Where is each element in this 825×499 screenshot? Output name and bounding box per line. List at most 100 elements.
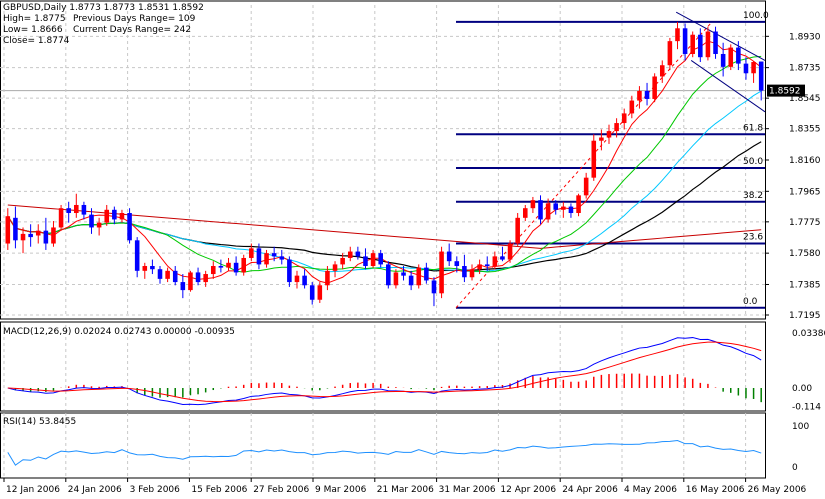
- candle-body: [58, 208, 64, 228]
- candle-body: [629, 100, 635, 114]
- macd-tick-label: 0.00: [792, 384, 812, 394]
- candle-body: [157, 269, 163, 279]
- ma-mid-line: [7, 55, 762, 273]
- candle-body: [583, 177, 589, 196]
- candle-body: [553, 203, 559, 210]
- price-axis: 1.89301.87351.85451.83551.81601.79651.77…: [765, 32, 825, 473]
- candle-body: [43, 230, 49, 244]
- candle-body: [142, 266, 148, 271]
- candle-body: [218, 266, 224, 268]
- candle-body: [203, 274, 208, 283]
- current-price-label: 1.8592: [769, 87, 801, 97]
- candle-body: [743, 63, 749, 74]
- candle-body: [431, 280, 437, 294]
- candle-body: [728, 47, 734, 67]
- candle-body: [325, 270, 330, 286]
- candle-body: [112, 209, 117, 220]
- candle-body: [172, 270, 178, 283]
- macd-label: MACD(12,26,9) 0.02024 0.02743 0.00000 -0…: [3, 327, 235, 337]
- candle-body: [96, 222, 102, 228]
- rsi-panel-frame: [0, 412, 766, 479]
- candle-body: [150, 266, 155, 270]
- x-tick-label: 12 Jan 2006: [6, 485, 60, 495]
- fib-level-label: 23.6: [743, 233, 763, 243]
- candle-body: [378, 253, 383, 265]
- candle-body: [675, 28, 680, 42]
- candle-body: [469, 269, 475, 278]
- x-tick-label: 16 May 2006: [686, 485, 745, 495]
- rsi-tick-label: 100: [792, 422, 809, 432]
- candle-body: [682, 28, 688, 54]
- candle-body: [104, 209, 110, 223]
- candle-body: [226, 262, 231, 268]
- x-tick-label: 4 May 2006: [624, 485, 677, 495]
- candle-body: [180, 282, 186, 291]
- fib-level-label: 100.0: [743, 11, 769, 21]
- candle-body: [500, 256, 505, 260]
- candle-body: [355, 251, 361, 257]
- candle-body: [591, 140, 597, 178]
- y-tick-label: 1.8160: [789, 156, 821, 166]
- chart-svg: 100.0 61.8 50.0 38.2 23.6 0.0 MACD(12,26,9) 0…: [0, 0, 825, 495]
- candle-body: [659, 65, 665, 77]
- forex-chart: 100.0 61.8 50.0 38.2 23.6 0.0 MACD(12,26,9) 0…: [0, 0, 825, 495]
- grid-lines: [0, 5, 765, 478]
- candle-body: [340, 257, 345, 265]
- candle-body: [599, 137, 604, 141]
- candle-body: [462, 266, 467, 278]
- candle-body: [210, 266, 216, 275]
- x-tick-label: 27 Feb 2006: [253, 485, 309, 495]
- candle-body: [644, 90, 650, 99]
- moving-averages: [7, 40, 762, 284]
- fib-level-label: 38.2: [743, 191, 763, 201]
- ma-slow-line: [7, 90, 762, 273]
- time-axis: 12 Jan 2006 24 Jan 2006 3 Feb 2006 15 Feb 2…: [3, 478, 807, 495]
- candle-body: [66, 208, 71, 214]
- candle-body: [690, 34, 695, 54]
- symbol-line: GBPUSD,Daily 1.8773 1.8773 1.8531 1.8592: [3, 3, 204, 13]
- candle-body: [606, 131, 612, 138]
- rsi-tick-label: 0: [792, 463, 798, 473]
- rsi-line: [7, 440, 762, 466]
- candle-body: [5, 216, 11, 244]
- y-tick-label: 1.7965: [789, 187, 821, 197]
- x-tick-label: 24 Apr 2006: [562, 485, 618, 495]
- candle-body: [370, 253, 376, 267]
- candle-body: [89, 214, 94, 228]
- candle-body: [736, 47, 741, 64]
- candle-body: [165, 270, 170, 279]
- candle-body: [758, 61, 764, 91]
- candle-body: [576, 195, 581, 214]
- macd-signal-line: [7, 341, 762, 403]
- candle-body: [81, 204, 87, 215]
- candle-body: [568, 206, 574, 214]
- candles: [5, 21, 764, 307]
- candle-body: [408, 275, 414, 286]
- candle-body: [439, 251, 444, 294]
- candle-body: [401, 272, 406, 276]
- candle-body: [530, 200, 536, 209]
- candle-body: [28, 233, 33, 238]
- candle-body: [492, 256, 498, 267]
- ma-fast-line: [7, 40, 762, 284]
- candle-body: [393, 272, 399, 286]
- y-tick-label: 1.8735: [789, 64, 821, 74]
- x-tick-label: 12 Apr 2006: [500, 485, 556, 495]
- candle-body: [35, 230, 41, 236]
- fib-level-label: 61.8: [743, 123, 763, 133]
- candle-body: [454, 261, 460, 267]
- ma-long-line: [7, 141, 762, 272]
- candle-body: [538, 200, 543, 220]
- candle-body: [507, 243, 513, 260]
- fib-level-label: 0.0: [743, 297, 758, 307]
- candle-body: [705, 31, 711, 58]
- candle-body: [13, 217, 18, 241]
- candle-body: [751, 62, 756, 74]
- candle-body: [256, 248, 262, 265]
- candle-body: [233, 262, 239, 273]
- candle-body: [127, 213, 132, 241]
- y-tick-label: 1.7775: [789, 218, 821, 228]
- candle-body: [720, 53, 726, 67]
- y-tick-label: 1.8355: [789, 125, 821, 135]
- rsi-label: RSI(14) 53.8455: [3, 417, 76, 427]
